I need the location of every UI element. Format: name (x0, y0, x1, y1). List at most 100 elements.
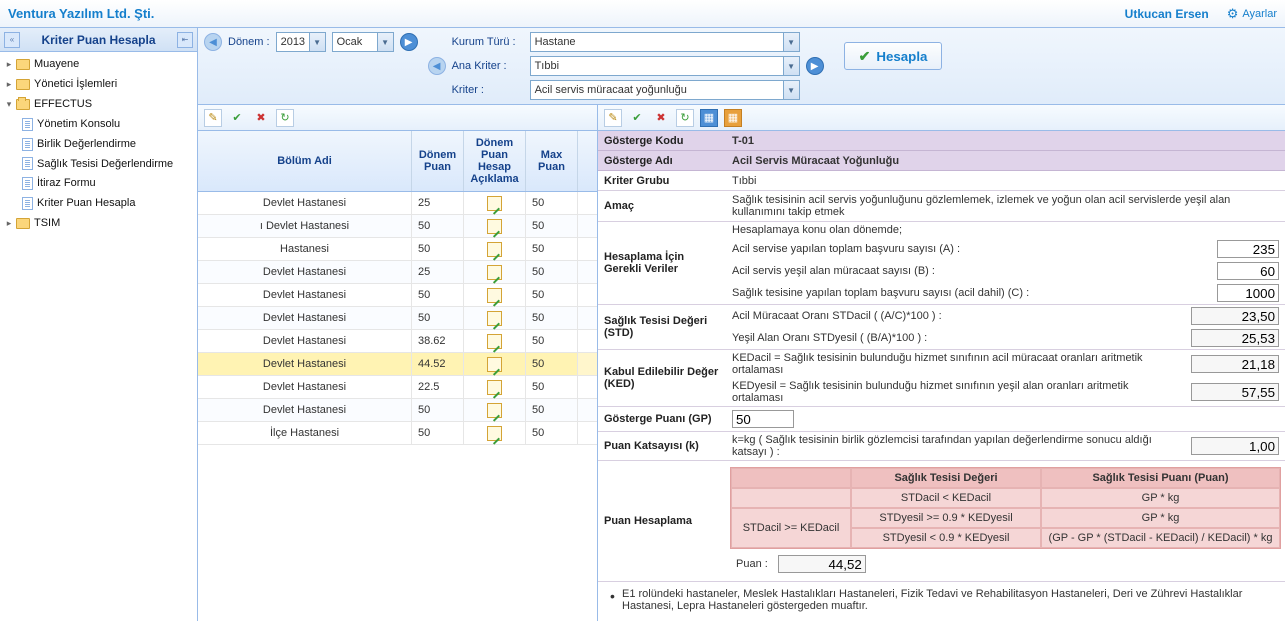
edit-icon[interactable] (487, 219, 502, 234)
edit-button[interactable]: ✎ (604, 109, 622, 127)
tree-item-itiraz[interactable]: İtiraz Formu (0, 173, 197, 193)
edit-icon[interactable] (487, 265, 502, 280)
tree-item-effectus[interactable]: ▾EFFECTUS (0, 94, 197, 114)
hesapla-button[interactable]: ✔Hesapla (844, 42, 943, 70)
edit-icon[interactable] (487, 311, 502, 326)
tree-item-muayene[interactable]: ▸Muayene (0, 54, 197, 74)
table-row[interactable]: ı Devlet Hastanesi5050 (198, 215, 597, 238)
cell-dpha[interactable] (464, 284, 526, 306)
k-desc: k=kg ( Sağlık tesisinin birlik gözlemcis… (732, 434, 1181, 458)
cell-dp: 50 (412, 215, 464, 237)
tree-item-kriterpuan[interactable]: Kriter Puan Hesapla (0, 193, 197, 213)
a-input[interactable] (1217, 240, 1279, 258)
kurum-select[interactable]: Hastane▼ (530, 32, 800, 52)
cell-dpha[interactable] (464, 399, 526, 421)
cell-dpha[interactable] (464, 261, 526, 283)
cell-mp: 50 (526, 261, 578, 283)
sidebar: « Kriter Puan Hesapla ⇤ ▸Muayene ▸Yöneti… (0, 28, 198, 621)
edit-icon[interactable] (487, 403, 502, 418)
cell-bolum: Devlet Hastanesi (198, 330, 412, 352)
calc2-button[interactable]: ▦ (724, 109, 742, 127)
anakriter-select[interactable]: Tıbbi▼ (530, 56, 800, 76)
cell-mp: 50 (526, 307, 578, 329)
cell-mp: 50 (526, 376, 578, 398)
settings-link[interactable]: ⚙ Ayarlar (1227, 6, 1277, 22)
edit-icon[interactable] (487, 380, 502, 395)
cell-bolum: Devlet Hastanesi (198, 192, 412, 214)
folder-icon (16, 79, 30, 90)
delete-button[interactable]: ✖ (252, 109, 270, 127)
prev-kurum-button[interactable]: ◀ (428, 57, 446, 75)
tree-item-sagliktesisi[interactable]: Sağlık Tesisi Değerlendirme (0, 154, 197, 173)
cell-mp: 50 (526, 330, 578, 352)
cell-dpha[interactable] (464, 376, 526, 398)
cell-dpha[interactable] (464, 238, 526, 260)
table-row[interactable]: İlçe Hastanesi5050 (198, 422, 597, 445)
b-label: Acil servis yeşil alan müracaat sayısı (… (732, 265, 1207, 277)
table-row[interactable]: Devlet Hastanesi5050 (198, 284, 597, 307)
table-row[interactable]: Devlet Hastanesi44.5250 (198, 353, 597, 376)
cell-dpha[interactable] (464, 422, 526, 444)
edit-icon[interactable] (487, 196, 502, 211)
collapse-pin-icon[interactable]: ⇤ (177, 32, 193, 48)
table-row[interactable]: Devlet Hastanesi5050 (198, 307, 597, 330)
b-input[interactable] (1217, 262, 1279, 280)
cell-dpha[interactable] (464, 192, 526, 214)
cell-dp: 25 (412, 261, 464, 283)
table-row[interactable]: Devlet Hastanesi5050 (198, 399, 597, 422)
tree-item-birlik[interactable]: Birlik Değerlendirme (0, 134, 197, 154)
edit-icon[interactable] (487, 242, 502, 257)
puan-label: Puan : (736, 558, 768, 570)
table-row[interactable]: Devlet Hastanesi2550 (198, 261, 597, 284)
edit-icon[interactable] (487, 426, 502, 441)
document-icon (22, 118, 33, 131)
cell-dpha[interactable] (464, 215, 526, 237)
col-bolum[interactable]: Bölüm Adi (198, 131, 412, 191)
kod-label: Gösterge Kodu (598, 131, 726, 150)
cell-mp: 50 (526, 192, 578, 214)
cell-bolum: Hastanesi (198, 238, 412, 260)
filter-bar: ◀ Dönem : 2013▼ Ocak▼ ▶ ◀ Kurum Türü :Ha… (198, 28, 1285, 105)
cell-dpha[interactable] (464, 330, 526, 352)
col-maxpuan[interactable]: Max Puan (526, 131, 578, 191)
ad-value: Acil Servis Müracaat Yoğunluğu (726, 151, 1285, 170)
col-dpha[interactable]: Dönem Puan Hesap Açıklama (464, 131, 526, 191)
tree-item-yonetici[interactable]: ▸Yönetici İşlemleri (0, 74, 197, 94)
confirm-button[interactable]: ✔ (628, 109, 646, 127)
refresh-button[interactable]: ↻ (276, 109, 294, 127)
next-kurum-button[interactable]: ▶ (806, 57, 824, 75)
cell-bolum: Devlet Hastanesi (198, 307, 412, 329)
kriter-select[interactable]: Acil servis müracaat yoğunluğu▼ (530, 80, 800, 100)
edit-icon[interactable] (487, 288, 502, 303)
tree-item-tsim[interactable]: ▸TSIM (0, 213, 197, 233)
kurum-label: Kurum Türü : (452, 36, 524, 48)
table-row[interactable]: Devlet Hastanesi2550 (198, 192, 597, 215)
edit-icon[interactable] (487, 334, 502, 349)
edit-icon[interactable] (487, 357, 502, 372)
tree-item-yonetimkonsolu[interactable]: Yönetim Konsolu (0, 114, 197, 134)
prev-period-button[interactable]: ◀ (204, 33, 222, 51)
c-input[interactable] (1217, 284, 1279, 302)
col-donempuan[interactable]: Dönem Puan (412, 131, 464, 191)
calc-table: Sağlık Tesisi DeğeriSağlık Tesisi Puanı … (730, 467, 1281, 549)
confirm-button[interactable]: ✔ (228, 109, 246, 127)
delete-button[interactable]: ✖ (652, 109, 670, 127)
table-row[interactable]: Devlet Hastanesi38.6250 (198, 330, 597, 353)
cell-dpha[interactable] (464, 307, 526, 329)
edit-button[interactable]: ✎ (204, 109, 222, 127)
gp-input[interactable] (732, 410, 794, 428)
refresh-button[interactable]: ↻ (676, 109, 694, 127)
year-select[interactable]: 2013▼ (276, 32, 326, 52)
month-select[interactable]: Ocak▼ (332, 32, 394, 52)
chevron-down-icon: ▼ (783, 81, 799, 99)
table-row[interactable]: Hastanesi5050 (198, 238, 597, 261)
next-period-button[interactable]: ▶ (400, 33, 418, 51)
collapse-left-icon[interactable]: « (4, 32, 20, 48)
grid-body: Devlet Hastanesi2550ı Devlet Hastanesi50… (198, 192, 597, 445)
table-row[interactable]: Devlet Hastanesi22.550 (198, 376, 597, 399)
document-icon (22, 157, 33, 170)
cell-dp: 50 (412, 284, 464, 306)
calc1-button[interactable]: ▦ (700, 109, 718, 127)
cell-dpha[interactable] (464, 353, 526, 375)
cell-dp: 44.52 (412, 353, 464, 375)
